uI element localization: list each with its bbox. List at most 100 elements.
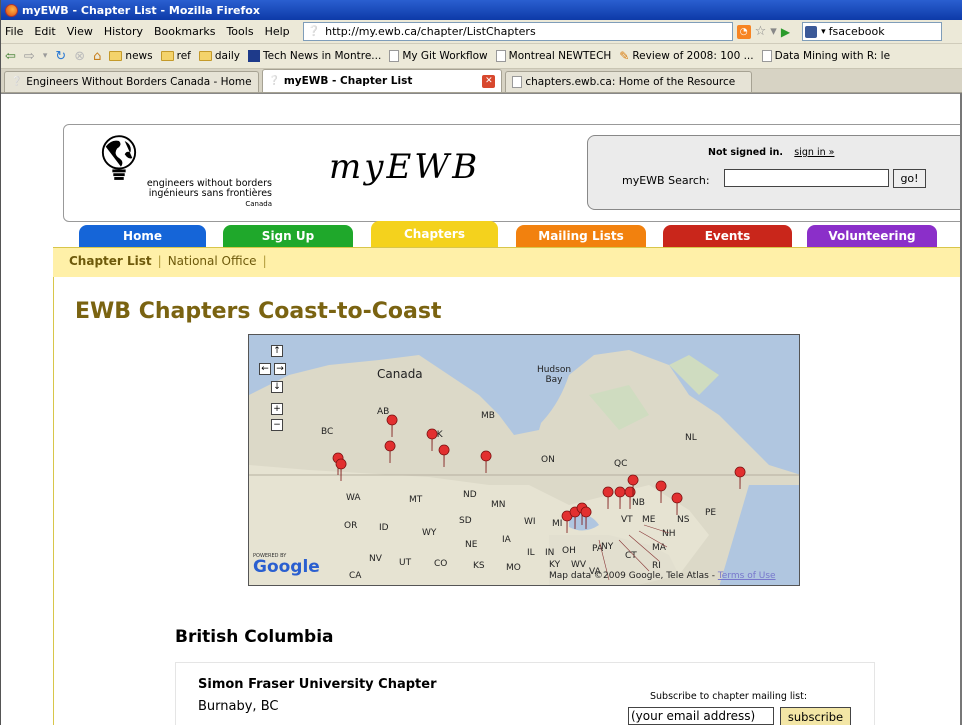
- subnav-national-office[interactable]: National Office: [168, 254, 257, 268]
- tab-chapter-list[interactable]: ❔ myEWB - Chapter List ✕: [261, 69, 503, 92]
- subnav-separator: |: [262, 254, 267, 268]
- subnav-separator: |: [157, 254, 162, 268]
- page-icon: [512, 76, 523, 88]
- province-heading: British Columbia: [175, 627, 334, 647]
- nav-tab-mailing-lists[interactable]: Mailing Lists: [516, 225, 646, 247]
- menu-help[interactable]: Help: [261, 25, 297, 38]
- reload-icon[interactable]: ↻: [55, 49, 66, 64]
- bookmark-label: ref: [176, 50, 191, 62]
- go-arrow-icon[interactable]: ▶: [781, 25, 790, 39]
- bookmark-news[interactable]: news: [109, 50, 153, 62]
- nav-tab-events[interactable]: Events: [663, 225, 792, 247]
- rss-feed-icon[interactable]: ◔: [736, 24, 751, 39]
- subscribe-label: Subscribe to chapter mailing list:: [650, 691, 808, 702]
- menu-view[interactable]: View: [63, 25, 100, 38]
- chapter-marker-pin-icon: [580, 506, 592, 530]
- engine-dropdown-icon[interactable]: ▾: [821, 27, 826, 37]
- nav-tab-volunteering[interactable]: Volunteering: [807, 225, 937, 247]
- menu-bar: File Edit View History Bookmarks Tools H…: [1, 20, 962, 44]
- chapter-name[interactable]: Simon Fraser University Chapter: [198, 677, 437, 692]
- search-engine-icon[interactable]: [805, 25, 818, 38]
- bookmark-git-workflow[interactable]: My Git Workflow: [389, 50, 488, 62]
- nav-tab-label: Sign Up: [261, 229, 315, 243]
- bookmark-data-mining[interactable]: Data Mining with R: le: [761, 50, 891, 62]
- menu-history[interactable]: History: [100, 25, 150, 38]
- url-bar[interactable]: ❔ http://my.ewb.ca/chapter/ListChapters: [302, 22, 733, 41]
- dropdown-icon[interactable]: ▾: [770, 24, 777, 39]
- back-arrow-icon[interactable]: ⇦: [5, 49, 16, 64]
- nav-tab-label: Home: [123, 229, 162, 243]
- folder-icon: [109, 51, 123, 61]
- page-icon: [761, 50, 772, 62]
- signin-status-line: Not signed in. sign in »: [708, 147, 834, 158]
- subscribe-button[interactable]: subscribe: [780, 707, 851, 725]
- ewb-logo[interactable]: engineers without borders ingénieurs san…: [94, 135, 272, 210]
- chapter-marker-pin-icon: [480, 450, 492, 474]
- site-title: myEWB: [329, 147, 481, 187]
- nav-tab-home[interactable]: Home: [79, 225, 206, 247]
- site-favicon-icon: ❔: [268, 76, 280, 86]
- tab-label: chapters.ewb.ca: Home of the Resource: [525, 76, 736, 88]
- bookmark-technews[interactable]: Tech News in Montre...: [248, 50, 381, 62]
- menu-bookmarks[interactable]: Bookmarks: [150, 25, 222, 38]
- forward-arrow-icon[interactable]: ⇨: [24, 49, 35, 64]
- logo-line-3: Canada: [245, 200, 272, 208]
- bookmark-label: Data Mining with R: le: [774, 50, 891, 62]
- bookmark-label: Tech News in Montre...: [263, 50, 382, 62]
- menu-edit[interactable]: Edit: [30, 25, 62, 38]
- technews-icon: [248, 50, 261, 62]
- firefox-icon: [5, 3, 18, 17]
- site-search-input[interactable]: [724, 169, 889, 187]
- nav-tab-chapters[interactable]: Chapters: [371, 221, 498, 247]
- browser-search-box[interactable]: ▾ fsacebook: [802, 22, 943, 41]
- site-search-go-button[interactable]: go!: [893, 169, 926, 188]
- page-content: engineers without borders ingénieurs san…: [1, 93, 962, 725]
- subscribe-email-input[interactable]: (your email address): [628, 707, 774, 725]
- tab-label: myEWB - Chapter List: [283, 75, 413, 87]
- close-tab-icon[interactable]: ✕: [482, 74, 496, 88]
- map-attribution: Map data ©2009 Google, Tele Atlas - Term…: [549, 571, 776, 581]
- history-dropdown-icon[interactable]: ▾: [43, 51, 48, 61]
- nav-tab-label: Events: [704, 229, 751, 243]
- subnav-chapter-list[interactable]: Chapter List: [69, 254, 152, 268]
- nav-tab-label: Mailing Lists: [538, 229, 624, 243]
- bookmark-review-2008[interactable]: ✎ Review of 2008: 100 ...: [619, 49, 753, 63]
- chapter-marker-pin-icon: [734, 466, 746, 490]
- title-bar: myEWB - Chapter List - Mozilla Firefox: [1, 0, 962, 20]
- logo-text: engineers without borders ingénieurs san…: [112, 179, 272, 209]
- page-title: EWB Chapters Coast-to-Coast: [75, 299, 442, 324]
- terms-of-use-link[interactable]: Terms of Use: [718, 571, 776, 581]
- chapter-card: Simon Fraser University Chapter Burnaby,…: [175, 662, 875, 725]
- bookmark-label: daily: [214, 50, 241, 62]
- tab-ewb-home[interactable]: ❔ Engineers Without Borders Canada - Hom…: [4, 71, 259, 92]
- chapter-marker-pin-icon: [438, 444, 450, 468]
- chapter-marker-pin-icon: [602, 486, 614, 510]
- search-value: fsacebook: [828, 25, 885, 38]
- chapter-marker-pin-icon: [426, 428, 438, 452]
- menu-tools[interactable]: Tools: [222, 25, 260, 38]
- site-search-label: myEWB Search:: [622, 174, 710, 187]
- main-nav: Home Sign Up Chapters Mailing Lists Even…: [79, 221, 962, 249]
- bookmark-star-icon[interactable]: ☆: [755, 24, 767, 39]
- sub-nav: Chapter List | National Office |: [69, 254, 273, 268]
- bookmark-ref[interactable]: ref: [160, 50, 191, 62]
- home-icon[interactable]: ⌂: [93, 49, 101, 64]
- pencil-icon: ✎: [619, 49, 630, 63]
- stop-icon[interactable]: ⊗: [74, 49, 85, 64]
- site-header: engineers without borders ingénieurs san…: [63, 124, 962, 222]
- bookmark-label: news: [125, 50, 153, 62]
- bookmark-label: Montreal NEWTECH: [508, 50, 612, 62]
- bookmark-montreal-newtech[interactable]: Montreal NEWTECH: [495, 50, 612, 62]
- chapter-map[interactable]: ↑ ← → ↓ + − Canada Hudson Bay AB MB BC S…: [248, 334, 800, 586]
- bookmark-daily[interactable]: daily: [198, 50, 241, 62]
- signin-link[interactable]: sign in »: [794, 147, 834, 158]
- signin-status: Not signed in.: [708, 147, 783, 158]
- nav-tab-label: Chapters: [404, 227, 465, 241]
- browser-window: myEWB - Chapter List - Mozilla Firefox F…: [0, 0, 962, 725]
- chapter-marker-pin-icon: [655, 480, 667, 504]
- google-logo[interactable]: Google: [253, 557, 320, 577]
- tab-chapters-resource[interactable]: chapters.ewb.ca: Home of the Resource: [505, 71, 753, 92]
- nav-tab-signup[interactable]: Sign Up: [223, 225, 353, 247]
- bookmark-label: Review of 2008: 100 ...: [632, 50, 754, 62]
- menu-file[interactable]: File: [1, 25, 30, 38]
